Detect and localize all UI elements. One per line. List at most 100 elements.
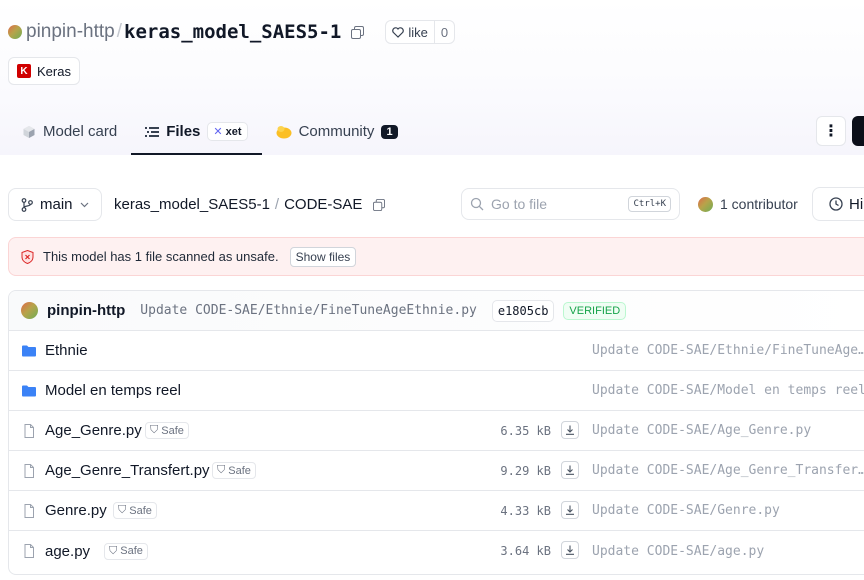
safe-badge: ⛉ Safe xyxy=(212,462,256,479)
repo-tabs: Model card Files ✕ xet Community 1 xyxy=(8,108,412,155)
folder-icon xyxy=(22,345,36,357)
repo-title-row: pinpin-http / keras_model_SAES5-1 like 0 xyxy=(8,18,456,46)
safe-label: Safe xyxy=(161,424,184,437)
shield-check-icon: ⛉ xyxy=(118,504,127,516)
xet-badge-label: xet xyxy=(225,126,242,138)
git-branch-icon xyxy=(21,197,33,212)
safe-badge: ⛉ Safe xyxy=(145,422,189,439)
list-item[interactable]: Genre.py ⛉ Safe 4.33 kB Update CODE-SAE/G… xyxy=(9,491,864,531)
folder-name[interactable]: Ethnie xyxy=(45,342,88,359)
deploy-button[interactable] xyxy=(852,116,864,146)
branch-name: main xyxy=(40,196,73,213)
cube-icon xyxy=(23,125,35,138)
row-commit-message[interactable]: Update CODE-SAE/age.py xyxy=(592,544,864,559)
copy-icon[interactable] xyxy=(349,24,365,40)
heart-icon xyxy=(392,26,405,38)
row-commit-message[interactable]: Update CODE-SAE/Genre.py xyxy=(592,503,864,518)
safe-label: Safe xyxy=(228,464,251,477)
commit-author[interactable]: pinpin-http xyxy=(47,302,125,319)
alert-text: This model has 1 file scanned as unsafe. xyxy=(43,249,279,264)
contributors-label: 1 contributor xyxy=(720,196,798,212)
repo-owner-link[interactable]: pinpin-http xyxy=(26,21,115,43)
title-separator: / xyxy=(116,21,123,42)
download-icon[interactable] xyxy=(561,541,579,559)
row-commit-message[interactable]: Update CODE-SAE/Age_Genre.py xyxy=(592,423,864,438)
list-item[interactable]: Model en temps reel Update CODE-SAE/Mode… xyxy=(9,371,864,411)
row-commit-message[interactable]: Update CODE-SAE/Model en temps reel xyxy=(592,383,864,398)
like-count: 0 xyxy=(433,21,454,43)
community-icon xyxy=(276,125,292,138)
file-name[interactable]: age.py xyxy=(45,543,90,560)
folder-name[interactable]: Model en temps reel xyxy=(45,382,181,399)
like-label: like xyxy=(408,24,428,40)
download-icon[interactable] xyxy=(561,421,579,439)
kebab-menu-icon: ⋮ xyxy=(823,123,839,140)
copy-path-icon[interactable] xyxy=(371,197,387,213)
file-icon xyxy=(24,424,34,438)
file-name[interactable]: Age_Genre.py xyxy=(45,422,142,439)
tab-model-card[interactable]: Model card xyxy=(8,108,131,155)
go-to-file-box: Ctrl+K xyxy=(461,188,680,220)
download-icon[interactable] xyxy=(561,461,579,479)
shield-check-icon: ⛉ xyxy=(150,424,159,436)
file-size: 6.35 kB xyxy=(500,423,551,438)
shield-alert-icon xyxy=(21,249,34,264)
search-icon xyxy=(470,197,484,211)
file-size: 9.29 kB xyxy=(500,463,551,478)
like-button[interactable]: like 0 xyxy=(385,20,456,44)
tab-community[interactable]: Community 1 xyxy=(262,108,412,155)
xet-badge: ✕ xet xyxy=(207,122,248,141)
list-item[interactable]: age.py ⛉ Safe 3.64 kB Update CODE-SAE/age… xyxy=(9,531,864,571)
file-size: 4.33 kB xyxy=(500,503,551,518)
go-to-file-input[interactable] xyxy=(491,196,611,212)
breadcrumb-repo-link[interactable]: keras_model_SAES5-1 xyxy=(114,196,270,213)
file-icon xyxy=(24,504,34,518)
tab-community-label: Community xyxy=(298,123,375,140)
shortcut-hint: Ctrl+K xyxy=(628,196,671,212)
history-label: Hi xyxy=(849,195,864,213)
file-name[interactable]: Genre.py xyxy=(45,502,107,519)
safe-label: Safe xyxy=(120,545,143,557)
commit-message[interactable]: Update CODE-SAE/Ethnie/FineTuneAgeEthnie… xyxy=(140,303,477,318)
tab-files[interactable]: Files ✕ xet xyxy=(131,108,262,155)
verified-badge: VERIFIED xyxy=(563,301,627,320)
commit-author-avatar[interactable] xyxy=(21,302,38,319)
community-count-badge: 1 xyxy=(381,124,398,139)
owner-avatar[interactable] xyxy=(8,25,22,39)
files-icon xyxy=(145,126,160,137)
shield-check-icon: ⛉ xyxy=(217,464,226,476)
file-name[interactable]: Age_Genre_Transfert.py xyxy=(45,462,210,479)
contributors-link[interactable]: 1 contributor xyxy=(698,196,798,212)
unsafe-file-alert: This model has 1 file scanned as unsafe.… xyxy=(8,237,864,276)
keras-logo-icon: K xyxy=(17,64,31,78)
file-size: 3.64 kB xyxy=(500,544,551,558)
tab-files-label: Files xyxy=(166,123,201,140)
commit-hash[interactable]: e1805cb xyxy=(491,299,555,322)
breadcrumb-folder: CODE-SAE xyxy=(284,196,363,213)
download-icon[interactable] xyxy=(561,501,579,519)
show-files-button[interactable]: Show files xyxy=(289,246,357,267)
branch-selector[interactable]: main xyxy=(8,188,102,221)
breadcrumb-separator: / xyxy=(274,196,280,213)
file-icon xyxy=(24,544,34,558)
list-item[interactable]: Ethnie Update CODE-SAE/Ethnie/FineTuneAg… xyxy=(9,331,864,371)
safe-badge: ⛉ Safe xyxy=(113,502,157,519)
list-item[interactable]: Age_Genre.py ⛉ Safe 6.35 kB Update CODE-S… xyxy=(9,411,864,451)
more-options-button[interactable]: ⋮ xyxy=(816,116,846,146)
file-icon xyxy=(24,464,34,478)
row-commit-message[interactable]: Update CODE-SAE/Age_Genre_Transfert.py xyxy=(592,463,864,478)
library-tag-label: Keras xyxy=(37,63,71,79)
repo-name-link[interactable]: keras_model_SAES5-1 xyxy=(124,21,341,43)
breadcrumb: keras_model_SAES5-1 / CODE-SAE xyxy=(114,196,387,213)
tab-model-card-label: Model card xyxy=(43,123,118,140)
contributor-avatar xyxy=(698,196,713,212)
last-commit-bar: pinpin-http Update CODE-SAE/Ethnie/FineT… xyxy=(9,291,864,331)
library-tag-keras[interactable]: K Keras xyxy=(8,57,80,85)
row-commit-message[interactable]: Update CODE-SAE/Ethnie/FineTuneAgeEthnie… xyxy=(592,343,864,358)
chevron-down-icon xyxy=(80,202,88,207)
list-item[interactable]: Age_Genre_Transfert.py ⛉ Safe 9.29 kB Upd… xyxy=(9,451,864,491)
clock-icon xyxy=(829,197,843,211)
folder-icon xyxy=(22,385,36,397)
history-button[interactable]: Hi xyxy=(812,187,864,221)
safe-badge: ⛉ Safe xyxy=(104,542,148,560)
